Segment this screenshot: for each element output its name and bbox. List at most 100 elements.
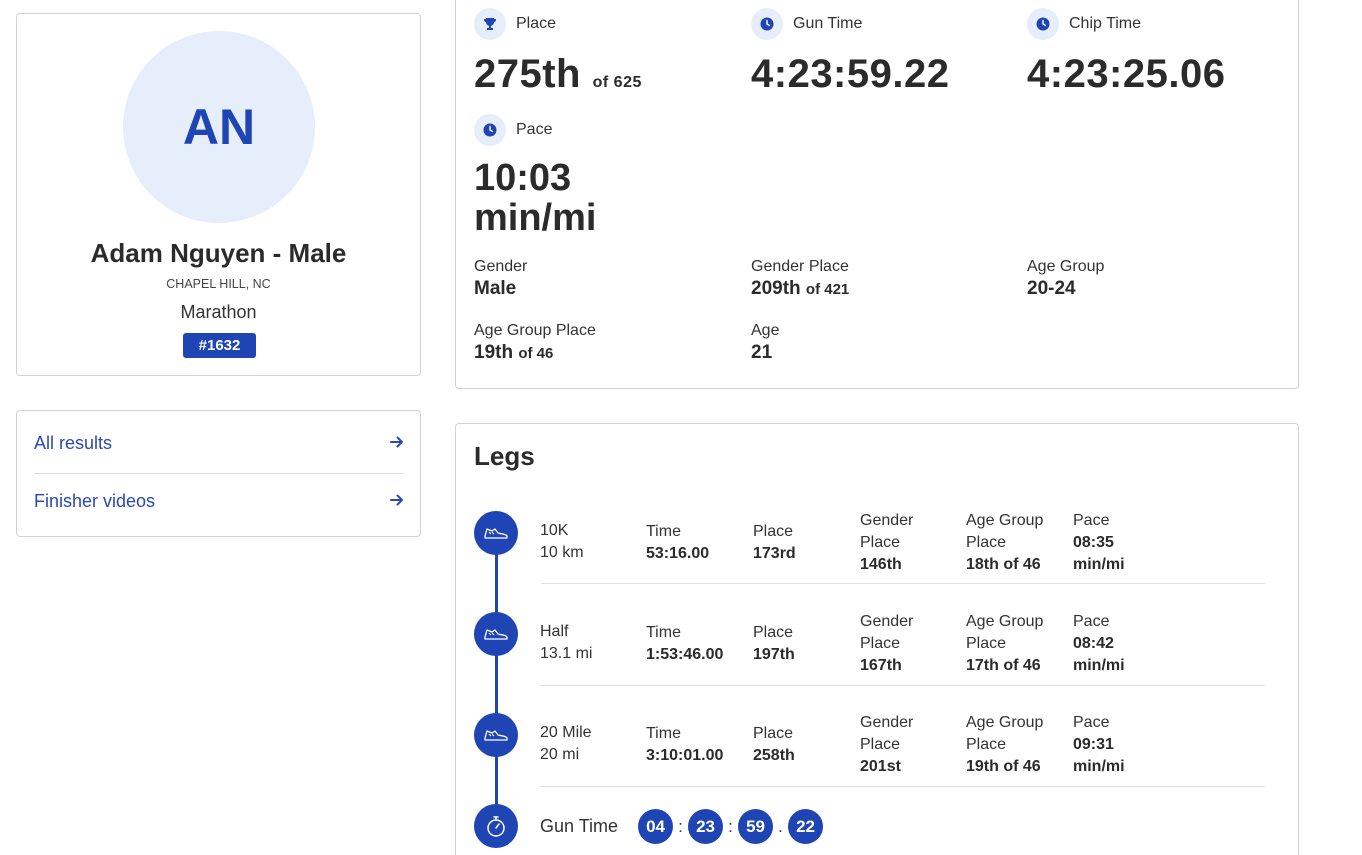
age-group-stat: Age Group 20-24	[1027, 258, 1104, 300]
leg-gender-place-label: Place	[860, 635, 901, 652]
leg-age-group-place-value: 18th of 46	[966, 556, 1041, 573]
leg-time-value: 3:10:01.00	[646, 747, 724, 764]
age-group-label: Age Group	[1027, 258, 1105, 275]
leg-distance: 13.1 mi	[540, 645, 593, 662]
leg-age-group-place-value: 17th of 46	[966, 657, 1041, 674]
athlete-name: Adam Nguyen - Male	[90, 238, 347, 268]
leg-age-group-place-label: Age Group	[966, 714, 1044, 731]
chip-time-stat: Chip Time 4:23:25.06	[1027, 8, 1225, 97]
gun-time-stat: Gun Time 4:23:59.22	[751, 8, 949, 97]
place-value: 275th	[474, 52, 581, 96]
links-card: All results Finisher videos	[16, 410, 421, 537]
gun-time-seconds: 59	[738, 809, 774, 844]
clock-icon	[1027, 8, 1059, 40]
all-results-label: All results	[34, 432, 113, 453]
leg-time-label: Time	[646, 725, 681, 742]
leg-time-label: Time	[646, 523, 681, 540]
clock-icon	[474, 114, 506, 146]
leg-age-group-place-value: 19th of 46	[966, 758, 1041, 775]
gun-time-clock-label: Gun Time	[540, 816, 619, 836]
leg-pace-label: Pace	[1073, 714, 1110, 731]
age-label: Age	[751, 322, 780, 339]
leg-time-label: Time	[646, 624, 681, 641]
leg-pace-value: 08:35	[1073, 534, 1114, 551]
leg-time-value: 1:53:46.00	[646, 646, 724, 663]
gun-time-value: 4:23:59.22	[751, 52, 950, 96]
leg-gender-place-value: 146th	[860, 556, 902, 573]
pace-unit: min/mi	[474, 197, 597, 239]
leg-name: 20 Mile	[540, 724, 592, 741]
pace-label: Pace	[516, 121, 553, 138]
leg-row: 20 Mile 20 mi Time 3:10:01.00 Place 258t…	[540, 712, 1270, 812]
chip-time-label: Chip Time	[1069, 15, 1142, 32]
leg-place-value: 197th	[753, 646, 795, 663]
leg-name: Half	[540, 623, 569, 640]
gender-place-stat: Gender Place 209th of 421	[751, 258, 849, 300]
gender-stat: Gender Male	[474, 258, 527, 300]
time-separator: .	[778, 816, 783, 836]
running-shoe-icon	[474, 612, 518, 656]
leg-place-value: 173rd	[753, 545, 796, 562]
gun-time-label: Gun Time	[793, 15, 863, 32]
age-stat: Age 21	[751, 322, 779, 364]
leg-divider	[541, 685, 1265, 686]
bib-badge: #1632	[183, 333, 256, 358]
leg-pace-unit: min/mi	[1073, 556, 1125, 573]
gun-time-hours: 04	[638, 809, 674, 844]
leg-row: 10K 10 km Time 53:16.00 Place 173rd Gend…	[540, 510, 1270, 610]
gender-place-label: Gender Place	[751, 258, 849, 275]
running-shoe-icon	[474, 713, 518, 757]
place-of-total: of 625	[592, 74, 642, 91]
leg-gender-place-label: Gender	[860, 613, 914, 630]
age-group-place-of-total: of 46	[518, 345, 554, 362]
leg-distance: 10 km	[540, 544, 584, 561]
legs-card: Legs 10K 10 km Time 53:16.00 Place 173rd…	[455, 423, 1299, 855]
leg-pace-label: Pace	[1073, 512, 1110, 529]
age-group-place-stat: Age Group Place 19th of 46	[474, 322, 596, 364]
leg-row: Half 13.1 mi Time 1:53:46.00 Place 197th…	[540, 611, 1270, 711]
leg-age-group-place-label: Place	[966, 635, 1007, 652]
gender-label: Gender	[474, 258, 528, 275]
leg-time-value: 53:16.00	[646, 545, 710, 562]
leg-divider	[541, 786, 1265, 787]
arrow-right-icon	[390, 491, 404, 512]
legs-title: Legs	[474, 441, 535, 471]
gender-place-of-total: of 421	[805, 281, 850, 298]
avatar: AN	[123, 31, 315, 223]
leg-distance: 20 mi	[540, 746, 580, 763]
age-group-value: 20-24	[1027, 278, 1076, 299]
age-group-place-value: 19th	[474, 342, 514, 363]
leg-place-label: Place	[753, 725, 794, 742]
chip-time-value: 4:23:25.06	[1027, 52, 1226, 96]
leg-age-group-place-label: Age Group	[966, 512, 1044, 529]
stopwatch-icon	[474, 804, 518, 848]
leg-name: 10K	[540, 522, 569, 539]
place-label: Place	[516, 15, 557, 32]
leg-divider	[541, 583, 1265, 584]
leg-gender-place-label: Place	[860, 534, 901, 551]
clock-icon	[751, 8, 783, 40]
leg-pace-value: 08:42	[1073, 635, 1114, 652]
gender-place-value: 209th	[751, 278, 801, 299]
finisher-videos-link[interactable]: Finisher videos	[34, 472, 404, 530]
pace-value: 10:03	[474, 157, 572, 199]
leg-pace-unit: min/mi	[1073, 657, 1125, 674]
leg-place-label: Place	[753, 624, 794, 641]
all-results-link[interactable]: All results	[34, 414, 404, 472]
leg-place-value: 258th	[753, 747, 795, 764]
timeline-line	[495, 534, 498, 824]
leg-gender-place-value: 167th	[860, 657, 902, 674]
leg-gender-place-label: Place	[860, 736, 901, 753]
gun-time-clock: Gun Time 04 : 23 : 59 . 22	[540, 809, 824, 844]
finisher-videos-label: Finisher videos	[34, 490, 156, 511]
leg-pace-unit: min/mi	[1073, 758, 1125, 775]
leg-gender-place-label: Gender	[860, 512, 914, 529]
pace-stat: Pace 10:03 min/mi	[474, 114, 596, 238]
gender-value: Male	[474, 278, 517, 299]
time-separator: :	[728, 816, 733, 836]
running-shoe-icon	[474, 511, 518, 555]
athlete-location: CHAPEL HILL, NC	[166, 277, 271, 291]
gun-time-minutes: 23	[688, 809, 724, 844]
leg-gender-place-value: 201st	[860, 758, 901, 775]
trophy-icon	[474, 8, 506, 40]
